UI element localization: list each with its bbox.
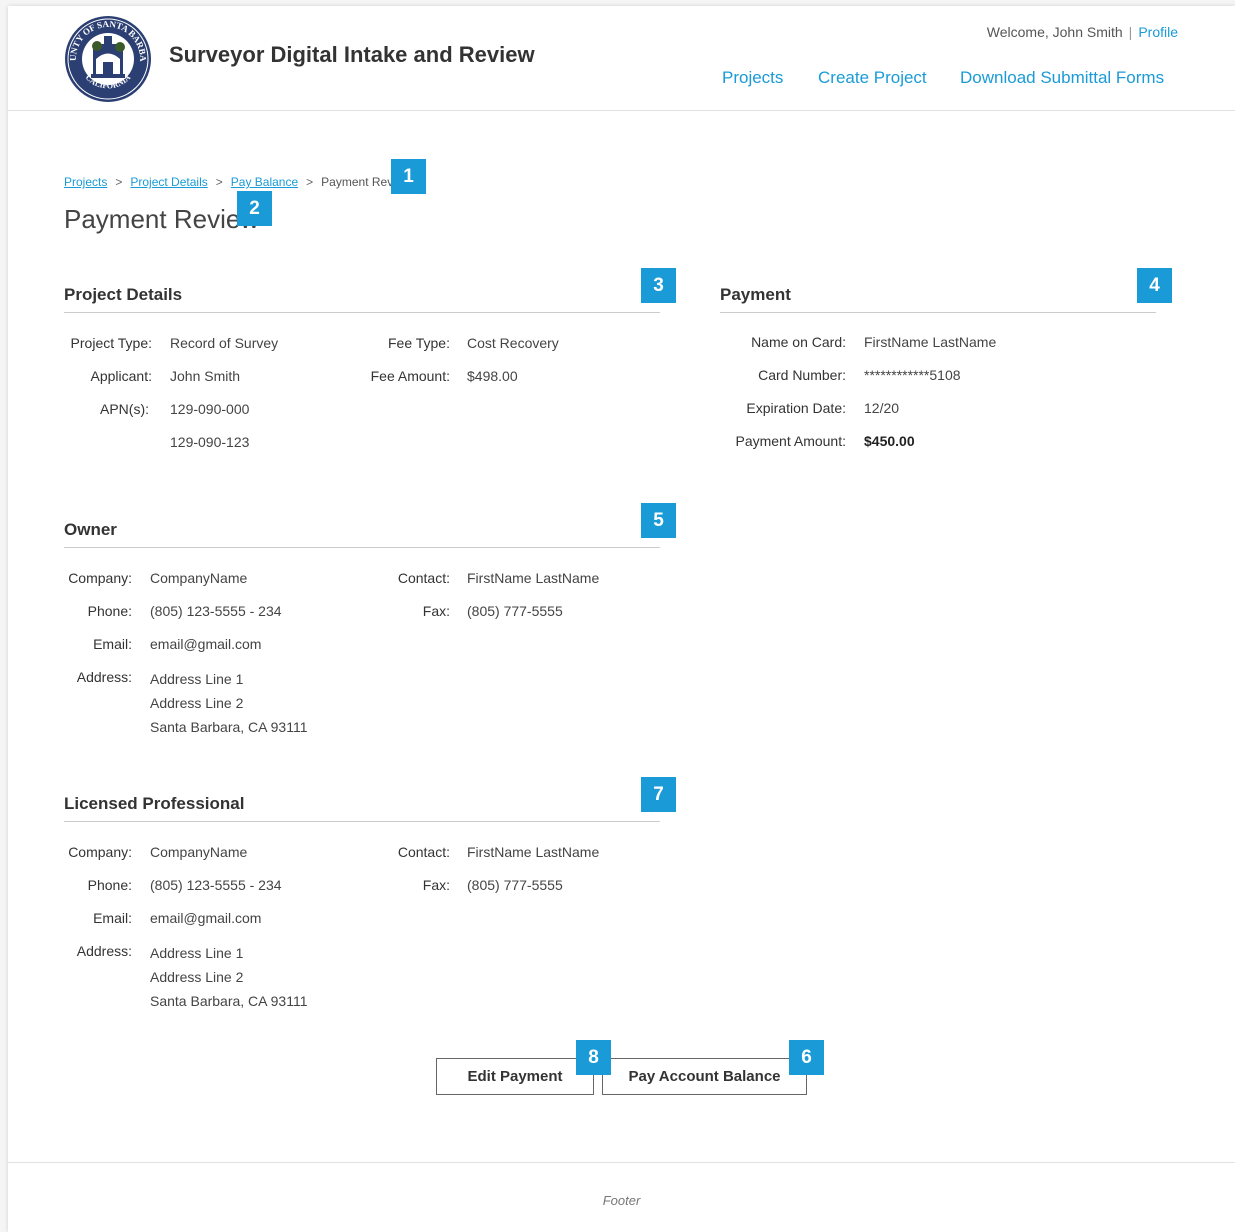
payment-title: Payment: [720, 285, 791, 304]
nav-download-submittal-forms[interactable]: Download Submittal Forms: [960, 68, 1164, 88]
welcome-text: Welcome, John Smith: [986, 24, 1123, 40]
annotation-marker-5: 5: [641, 503, 676, 538]
owner-email-label: Email:: [93, 636, 132, 652]
breadcrumb-current: Payment Rev: [321, 175, 394, 189]
owner-title: Owner: [64, 520, 117, 539]
profile-link[interactable]: Profile: [1138, 24, 1178, 40]
card-number-label: Card Number:: [758, 367, 846, 383]
owner-phone-value: (805) 123-5555 - 234: [150, 603, 282, 619]
project-details-divider: [64, 312, 660, 313]
lp-email-value: email@gmail.com: [150, 910, 262, 926]
card-number-value: ************5108: [864, 367, 961, 383]
page: COUNTY OF SANTA BARBARA CALIFORNIA Surve…: [8, 6, 1235, 1232]
lp-fax-label: Fax:: [422, 877, 450, 893]
fee-amount-label: Fee Amount:: [370, 368, 450, 384]
fee-type-label: Fee Type:: [387, 335, 450, 351]
owner-address-label: Address:: [76, 669, 132, 685]
breadcrumb-project-details[interactable]: Project Details: [130, 175, 207, 189]
welcome-bar: Welcome, John Smith | Profile: [987, 24, 1178, 40]
annotation-marker-2: 2: [237, 191, 272, 226]
nav-create-project[interactable]: Create Project: [818, 68, 927, 88]
breadcrumb-separator: >: [115, 175, 123, 189]
annotation-marker-3: 3: [641, 268, 676, 303]
owner-phone-label: Phone:: [87, 603, 132, 619]
welcome-separator: |: [1128, 24, 1133, 40]
applicant-label: Applicant:: [90, 368, 152, 384]
apn-label: APN(s):: [100, 401, 149, 417]
lp-contact-label: Contact:: [397, 844, 450, 860]
licensed-professional-title: Licensed Professional: [64, 794, 245, 813]
lp-company-label: Company:: [68, 844, 132, 860]
page-title: Payment Review: [64, 204, 260, 234]
lp-fax-value: (805) 777-5555: [467, 877, 563, 893]
breadcrumb: Projects > Project Details > Pay Balance > Pay…: [64, 175, 393, 189]
footer: Footer: [8, 1162, 1235, 1232]
annotation-marker-6: 6: [789, 1040, 824, 1075]
annotation-marker-7: 7: [641, 777, 676, 812]
lp-phone-label: Phone:: [87, 877, 132, 893]
header: COUNTY OF SANTA BARBARA CALIFORNIA Surve…: [8, 6, 1235, 111]
pay-account-balance-button[interactable]: Pay Account Balance: [602, 1058, 807, 1095]
owner-contact-label: Contact:: [397, 570, 450, 586]
owner-fax-label: Fax:: [422, 603, 450, 619]
apn-value: 129-090-000: [170, 401, 250, 417]
project-details-title: Project Details: [64, 285, 183, 304]
breadcrumb-pay-balance[interactable]: Pay Balance: [231, 175, 298, 189]
owner-address-line: Address Line 2: [150, 695, 244, 711]
lp-address-label: Address:: [76, 943, 132, 959]
expiration-date-value: 12/20: [864, 400, 900, 416]
annotation-marker-8: 8: [576, 1040, 611, 1075]
county-seal-logo[interactable]: COUNTY OF SANTA BARBARA CALIFORNIA: [63, 14, 153, 104]
breadcrumb-projects[interactable]: Projects: [64, 175, 107, 189]
breadcrumb-separator: >: [215, 175, 223, 189]
payment-divider: [720, 312, 1156, 313]
annotation-marker-4: 4: [1137, 268, 1172, 303]
fee-amount-value: $498.00: [467, 368, 518, 384]
nav-projects[interactable]: Projects: [722, 68, 783, 88]
lp-address-line: Address Line 1: [150, 945, 244, 961]
lp-contact-value: FirstName LastName: [467, 844, 600, 860]
owner-address-line: Santa Barbara, CA 93111: [150, 719, 308, 735]
annotation-marker-1: 1: [391, 159, 426, 194]
expiration-date-label: Expiration Date:: [746, 400, 846, 416]
owner-company-value: CompanyName: [150, 570, 248, 586]
edit-payment-button[interactable]: Edit Payment: [436, 1058, 594, 1095]
owner-company-label: Company:: [68, 570, 132, 586]
project-type-value: Record of Survey: [170, 335, 279, 351]
lp-address-line: Address Line 2: [150, 969, 244, 985]
name-on-card-value: FirstName LastName: [864, 334, 997, 350]
payment-amount-label: Payment Amount:: [735, 433, 846, 449]
payment-amount-value: $450.00: [864, 433, 915, 449]
licensed-professional-divider: [64, 821, 660, 822]
breadcrumb-separator: >: [306, 175, 314, 189]
name-on-card-label: Name on Card:: [751, 334, 846, 350]
owner-email-value: email@gmail.com: [150, 636, 262, 652]
applicant-value: John Smith: [170, 368, 241, 384]
lp-email-label: Email:: [93, 910, 132, 926]
apn-value: 129-090-123: [170, 434, 250, 450]
fee-type-value: Cost Recovery: [467, 335, 559, 351]
app-title: Surveyor Digital Intake and Review: [169, 42, 535, 67]
owner-contact-value: FirstName LastName: [467, 570, 600, 586]
owner-fax-value: (805) 777-5555: [467, 603, 563, 619]
project-type-label: Project Type:: [70, 335, 152, 351]
lp-phone-value: (805) 123-5555 - 234: [150, 877, 282, 893]
owner-address-line: Address Line 1: [150, 671, 244, 687]
lp-address-line: Santa Barbara, CA 93111: [150, 993, 308, 1009]
footer-text: Footer: [602, 1193, 641, 1208]
lp-company-value: CompanyName: [150, 844, 248, 860]
owner-divider: [64, 547, 660, 548]
